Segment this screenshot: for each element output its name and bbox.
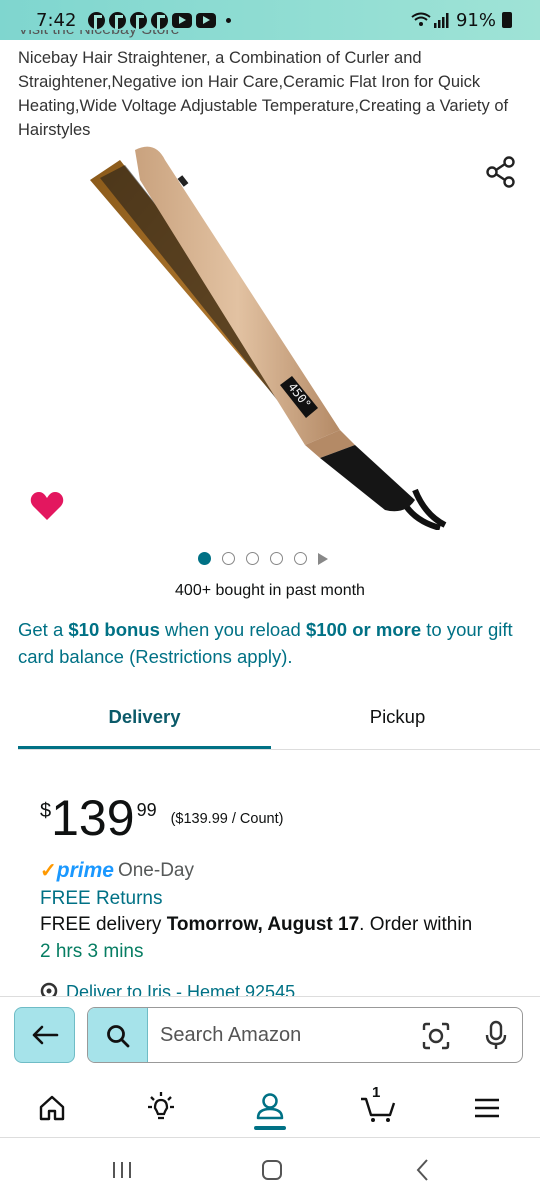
delivery-estimate: FREE delivery Tomorrow, August 17. Order…: [40, 914, 520, 936]
system-navigation-bar: [0, 1139, 540, 1200]
youtube-icon: [196, 12, 217, 28]
product-image[interactable]: 450°: [80, 140, 460, 530]
free-returns-link[interactable]: FREE Returns: [40, 888, 162, 910]
price-whole: 139: [51, 790, 135, 846]
price-fraction: 99: [136, 800, 157, 820]
battery-percent: 91%: [455, 9, 496, 31]
youtube-icon: [172, 12, 193, 28]
lightbulb-icon: [148, 1092, 174, 1120]
prime-check-icon: ✓: [40, 860, 57, 882]
arrow-left-icon: [32, 1025, 58, 1045]
nav-active-indicator: [254, 1126, 286, 1130]
store-link[interactable]: Visit the Nicebay Store: [18, 30, 528, 40]
prime-one-day: One-Day: [117, 859, 194, 881]
recent-apps-icon: [113, 1162, 131, 1178]
promo-bonus: $10 bonus: [68, 619, 160, 640]
facebook-icon: [88, 11, 106, 29]
heart-icon[interactable]: [30, 490, 64, 522]
prime-badge: ✓ prime One-Day: [40, 858, 194, 883]
carousel-dot[interactable]: [294, 552, 307, 565]
carousel-dot[interactable]: [270, 552, 283, 565]
price: $ 139 99 ($139.99 / Count): [40, 790, 283, 846]
delivery-date: Tomorrow, August 17: [166, 914, 360, 935]
search-bar-area: [0, 996, 540, 1074]
home-system-button[interactable]: [257, 1157, 287, 1183]
tab-delivery[interactable]: Delivery: [18, 694, 271, 749]
bottom-nav: 1: [0, 1074, 540, 1138]
carousel-dot-active[interactable]: [198, 552, 211, 565]
status-time: 7:42: [36, 9, 77, 31]
share-icon[interactable]: [484, 155, 518, 189]
nav-cart[interactable]: 1: [358, 1084, 398, 1128]
back-system-button[interactable]: [408, 1157, 438, 1183]
microphone-icon[interactable]: [484, 1020, 508, 1050]
account-icon: [256, 1093, 284, 1120]
facebook-icon: [151, 11, 169, 29]
prime-logo: prime: [56, 858, 114, 882]
tab-pickup[interactable]: Pickup: [271, 694, 524, 749]
deliver-to-link[interactable]: Deliver to Iris - Hemet 92545: [40, 982, 295, 996]
nav-menu[interactable]: [467, 1088, 507, 1128]
home-icon: [39, 1095, 65, 1121]
chevron-left-icon: [416, 1159, 428, 1181]
nav-account[interactable]: [250, 1088, 290, 1128]
carousel-dot[interactable]: [246, 552, 259, 565]
search-button[interactable]: [88, 1008, 148, 1062]
back-button[interactable]: [14, 1007, 75, 1063]
nav-home[interactable]: [32, 1088, 72, 1128]
battery-icon: [502, 12, 512, 28]
image-carousel-indicator[interactable]: [198, 552, 328, 565]
home-square-icon: [262, 1160, 282, 1180]
nav-inspire[interactable]: [141, 1088, 181, 1128]
wifi-signal-icon: [411, 12, 449, 28]
search-box[interactable]: [87, 1007, 523, 1063]
price-symbol: $: [40, 800, 52, 822]
recent-apps-button[interactable]: [107, 1157, 137, 1183]
delivery-prefix: FREE delivery: [40, 914, 167, 935]
gift-card-promo[interactable]: Get a $10 bonus when you reload $100 or …: [18, 616, 528, 670]
deliver-to-text[interactable]: Deliver to Iris - Hemet 92545: [66, 982, 295, 996]
delivery-suffix: . Order within: [359, 914, 473, 935]
location-pin-icon: [40, 982, 58, 996]
fulfillment-tabs: Delivery Pickup: [18, 694, 540, 750]
promo-amount: $100 or more: [305, 619, 422, 640]
carousel-dot[interactable]: [222, 552, 235, 565]
store-link-text[interactable]: Visit the Nicebay Store: [18, 30, 180, 38]
camera-search-icon[interactable]: [422, 1022, 450, 1050]
cart-count: 1: [372, 1084, 381, 1101]
hamburger-menu-icon: [475, 1098, 499, 1118]
order-countdown: 2 hrs 3 mins: [40, 941, 144, 962]
facebook-icon: [109, 11, 127, 29]
more-notifications-icon: [226, 17, 232, 23]
price-per-unit: ($139.99 / Count): [170, 811, 284, 827]
bought-count: 400+ bought in past month: [175, 582, 365, 599]
search-input[interactable]: [160, 1008, 400, 1062]
video-play-icon[interactable]: [318, 552, 328, 565]
promo-text: Get a: [18, 619, 69, 640]
notification-icons: [88, 11, 232, 29]
product-title: Nicebay Hair Straightener, a Combination…: [18, 49, 509, 139]
facebook-icon: [130, 11, 148, 29]
status-right: 91%: [410, 10, 512, 31]
promo-text: when you reload: [159, 619, 306, 640]
search-icon: [106, 1025, 129, 1048]
